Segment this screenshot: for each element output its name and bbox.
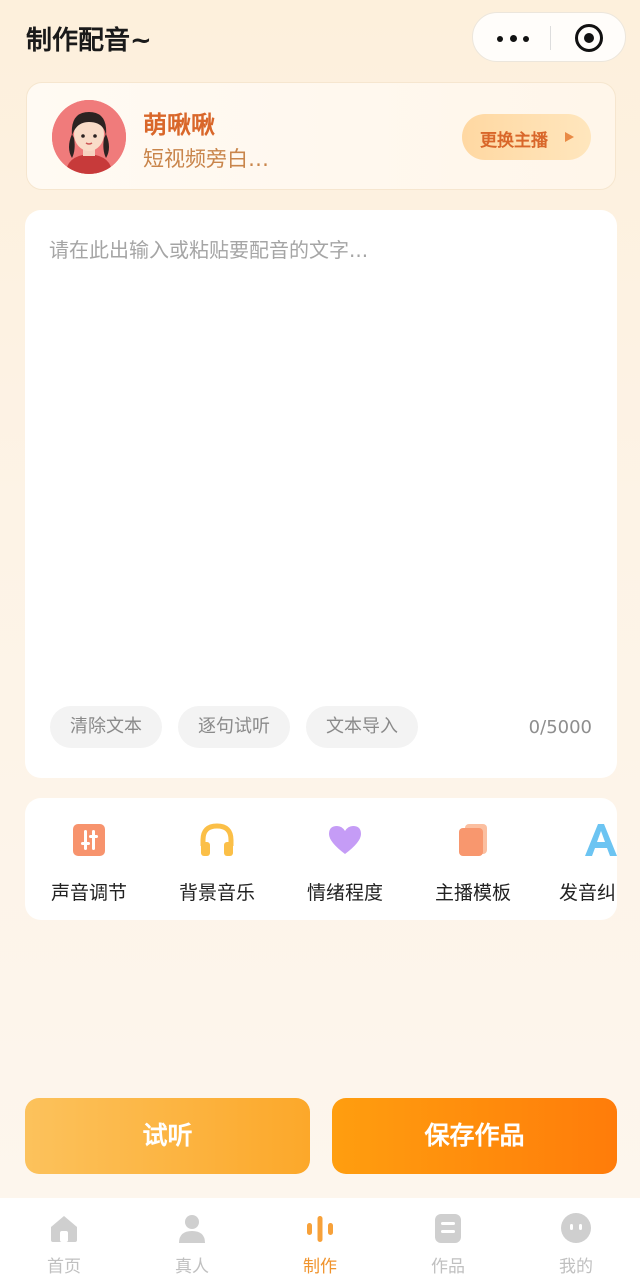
template-icon bbox=[459, 824, 487, 856]
home-icon bbox=[51, 1216, 77, 1242]
anchor-name: 萌啾啾 bbox=[143, 111, 215, 139]
play-triangle-icon bbox=[565, 132, 574, 142]
switch-anchor-label: 更换主播 bbox=[480, 131, 548, 151]
miniprogram-capsule bbox=[472, 12, 626, 62]
tool-label: 背景音乐 bbox=[178, 882, 255, 904]
dubbing-text-input[interactable] bbox=[49, 234, 589, 674]
switch-anchor-button[interactable]: 更换主播 bbox=[462, 114, 591, 160]
clear-text-button[interactable]: 清除文本 bbox=[50, 706, 162, 748]
avatar bbox=[52, 100, 126, 174]
anchor-description: 短视频旁白… bbox=[143, 147, 269, 171]
anchor-card[interactable]: 萌啾啾 短视频旁白… 更换主播 bbox=[26, 82, 616, 190]
header: 制作配音~ bbox=[0, 0, 640, 76]
tab-works[interactable]: 作品 bbox=[384, 1198, 512, 1288]
char-count: 0/5000 bbox=[528, 717, 592, 738]
audio-bars-icon bbox=[307, 1216, 333, 1242]
headphones-icon bbox=[200, 823, 234, 856]
close-target-icon[interactable] bbox=[575, 24, 603, 52]
tab-label: 真人 bbox=[175, 1257, 209, 1277]
tool-pronunciation[interactable]: 发音纠 bbox=[537, 798, 617, 920]
bottom-tabbar: 首页 真人 制作 作品 我的 bbox=[0, 1198, 640, 1288]
tab-label: 制作 bbox=[303, 1257, 337, 1277]
tool-background-music[interactable]: 背景音乐 bbox=[153, 798, 281, 920]
tool-voice-adjust[interactable]: 声音调节 bbox=[25, 798, 153, 920]
tab-label: 我的 bbox=[559, 1257, 593, 1277]
tab-label: 首页 bbox=[47, 1257, 81, 1277]
sliders-icon bbox=[73, 824, 105, 856]
profile-face-icon bbox=[561, 1213, 591, 1243]
works-icon bbox=[435, 1214, 461, 1243]
sentence-preview-button[interactable]: 逐句试听 bbox=[178, 706, 290, 748]
person-icon bbox=[179, 1215, 205, 1243]
tab-label: 作品 bbox=[431, 1257, 465, 1277]
tool-label: 发音纠 bbox=[559, 882, 617, 904]
heart-icon bbox=[329, 826, 361, 854]
tool-anchor-template[interactable]: 主播模板 bbox=[409, 798, 537, 920]
tab-real-person[interactable]: 真人 bbox=[128, 1198, 256, 1288]
tool-label: 主播模板 bbox=[434, 882, 511, 904]
tab-create[interactable]: 制作 bbox=[256, 1198, 384, 1288]
tool-label: 情绪程度 bbox=[306, 882, 383, 904]
tools-row: 声音调节 背景音乐 情绪程度 主播模板 发音纠 bbox=[25, 798, 617, 920]
more-dots-icon[interactable] bbox=[493, 24, 533, 50]
save-work-button[interactable]: 保存作品 bbox=[332, 1098, 617, 1174]
pronunciation-icon bbox=[585, 824, 617, 856]
tab-home[interactable]: 首页 bbox=[0, 1198, 128, 1288]
tool-emotion-level[interactable]: 情绪程度 bbox=[281, 798, 409, 920]
text-editor-card: 清除文本 逐句试听 文本导入 0/5000 bbox=[25, 210, 617, 778]
listen-button[interactable]: 试听 bbox=[25, 1098, 310, 1174]
tool-label: 声音调节 bbox=[50, 882, 127, 904]
import-text-button[interactable]: 文本导入 bbox=[306, 706, 418, 748]
tab-mine[interactable]: 我的 bbox=[512, 1198, 640, 1288]
page-title: 制作配音~ bbox=[26, 26, 152, 56]
capsule-divider bbox=[550, 26, 551, 50]
